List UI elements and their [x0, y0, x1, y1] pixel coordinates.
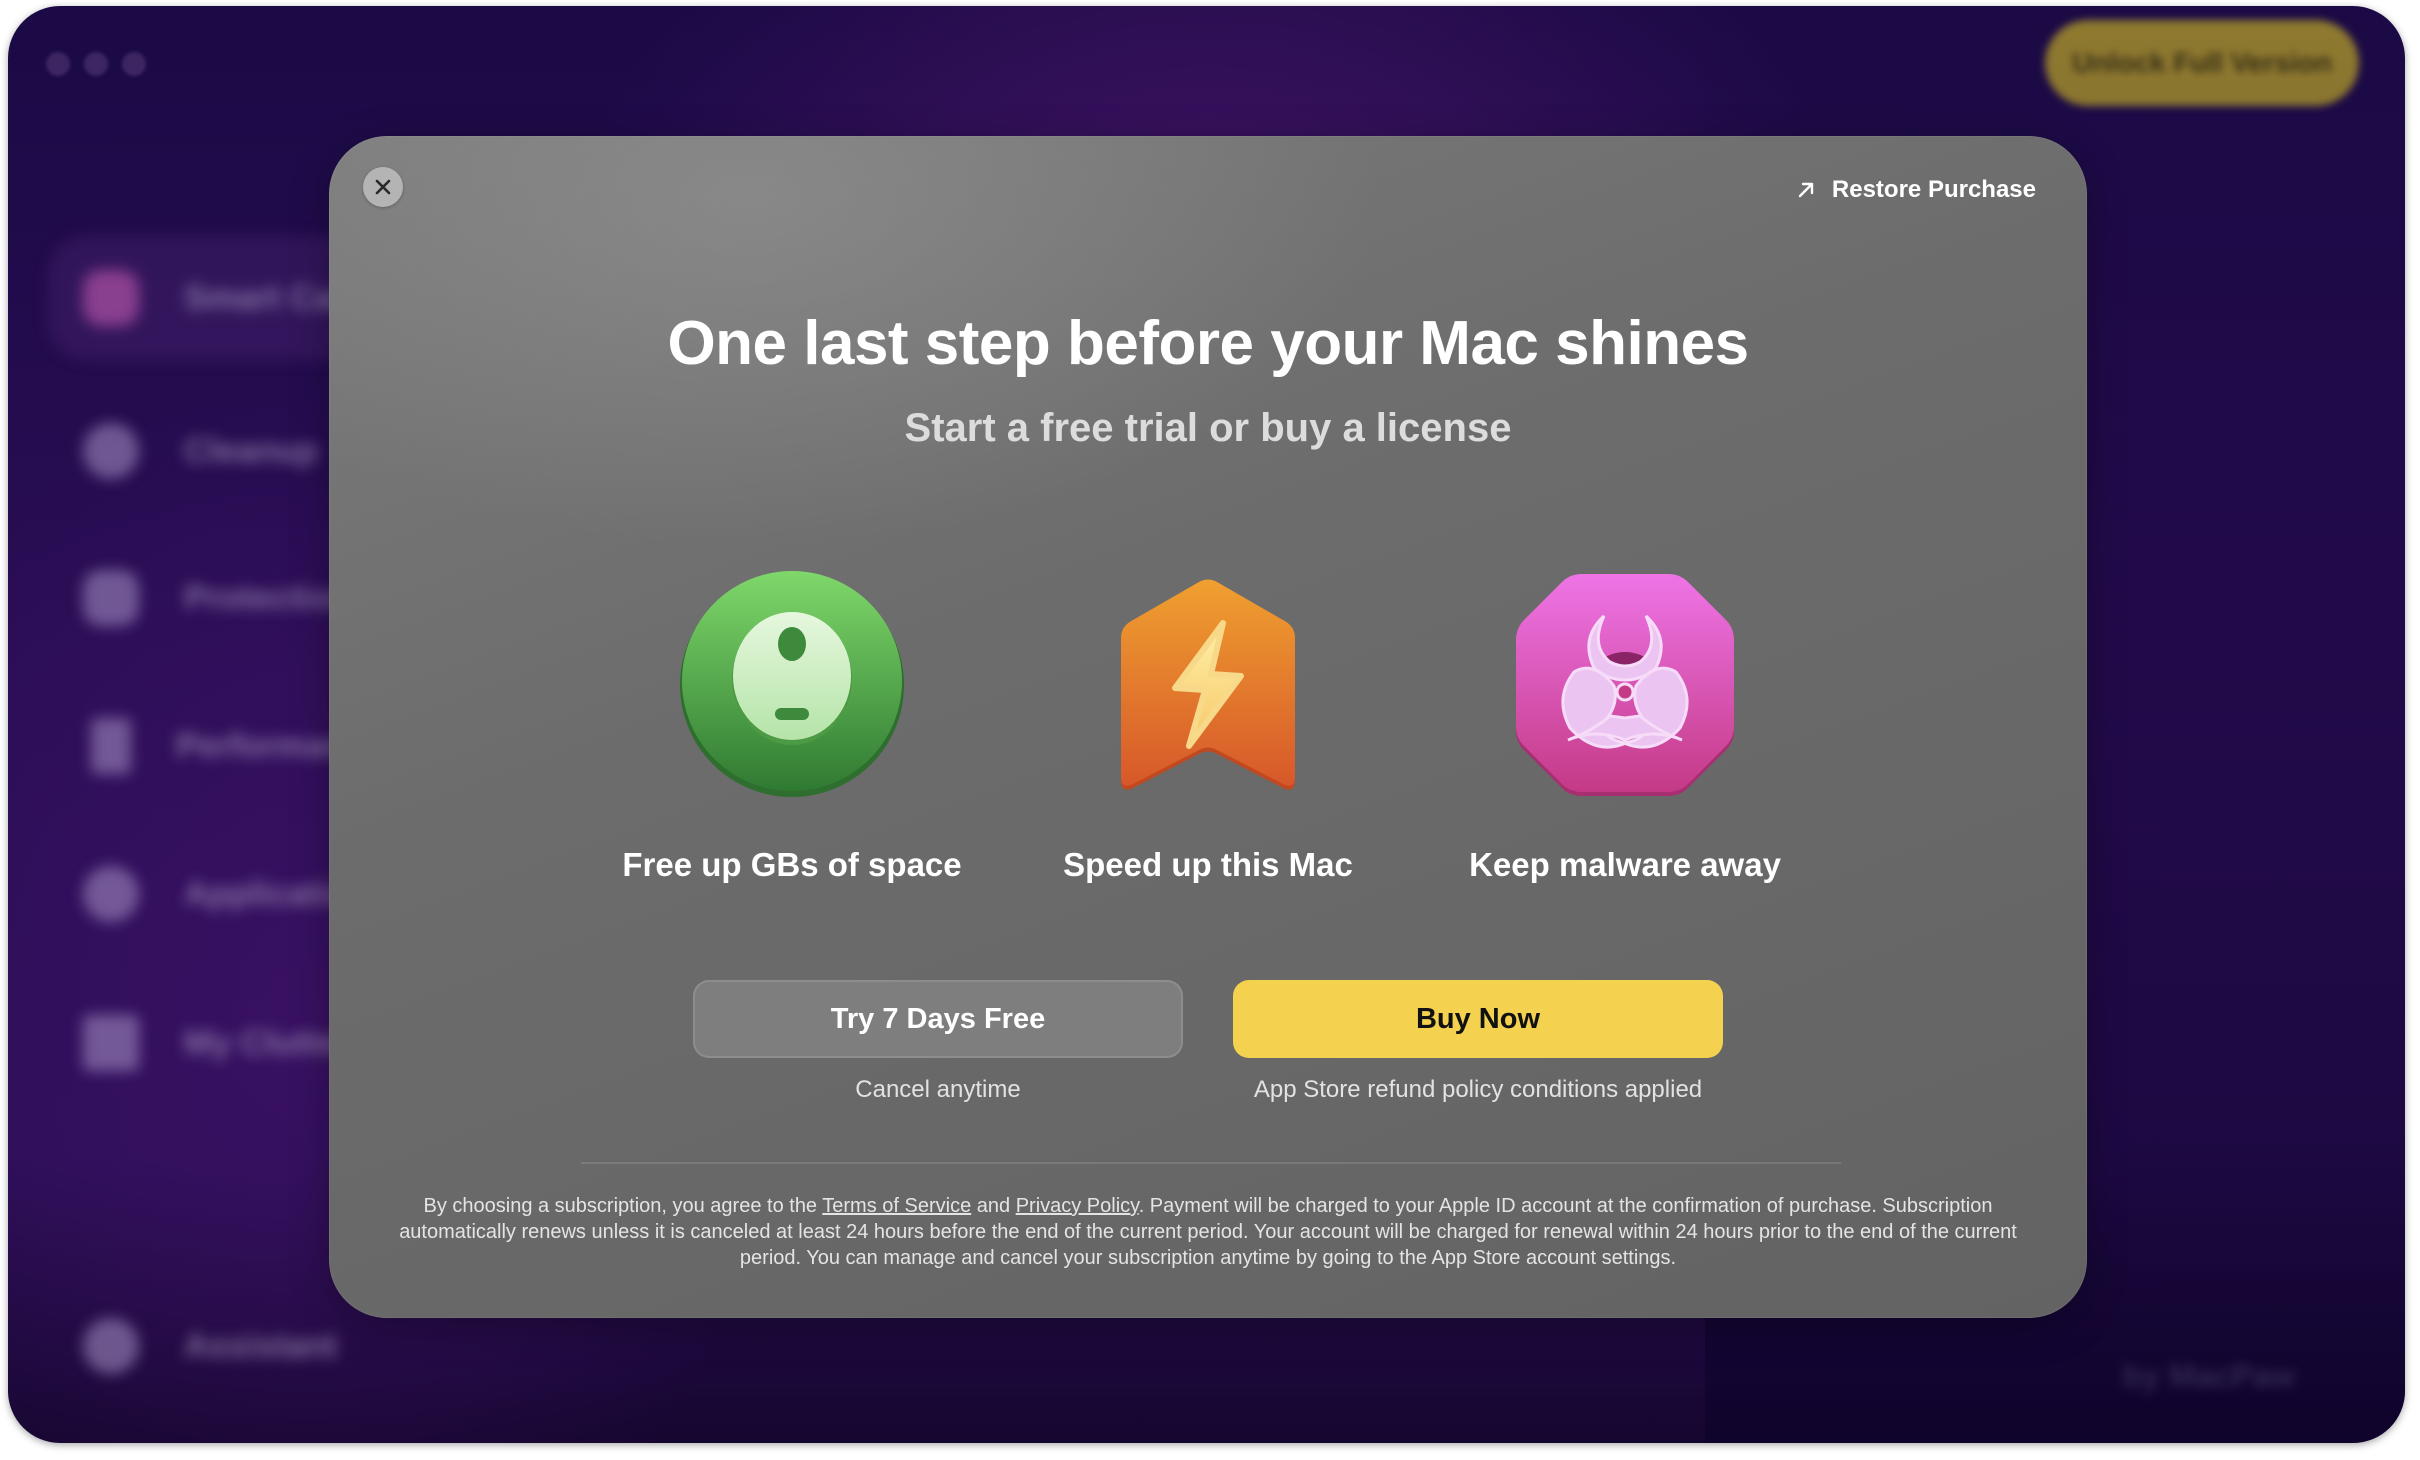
- close-button[interactable]: [363, 167, 403, 207]
- restore-purchase-label: Restore Purchase: [1831, 176, 2036, 203]
- feature-speed-up: Speed up this Mac: [1008, 568, 1408, 884]
- buy-subtext: App Store refund policy conditions appli…: [1253, 1076, 1703, 1103]
- buy-now-button[interactable]: Buy Now: [1233, 980, 1723, 1058]
- sidebar-item-label: Protection: [184, 578, 353, 617]
- legal-prefix: By choosing a subscription, you agree to…: [423, 1195, 823, 1217]
- privacy-policy-link[interactable]: Privacy Policy: [1016, 1195, 1139, 1217]
- applications-icon: [83, 866, 139, 922]
- feature-label: Keep malware away: [1469, 846, 1781, 883]
- protection-icon: [83, 570, 139, 626]
- lightning-icon: [1093, 568, 1323, 798]
- feature-label: Free up GBs of space: [622, 846, 962, 883]
- assistant-icon: [83, 1318, 139, 1374]
- dialog-title: One last step before your Mac shines: [667, 309, 1749, 378]
- sidebar-item-label: Assistant: [184, 1326, 338, 1365]
- sidebar-item-label: Cleanup: [184, 431, 319, 470]
- feature-malware: Keep malware away: [1425, 568, 1825, 884]
- my-clutter-icon: [83, 1015, 139, 1071]
- try-free-button[interactable]: Try 7 Days Free: [693, 980, 1183, 1058]
- sidebar-item-label: My Clutter: [184, 1023, 351, 1062]
- restore-purchase-link[interactable]: Restore Purchase: [1796, 172, 2036, 208]
- try-subtext: Cancel anytime: [855, 1076, 1021, 1103]
- feature-free-space: Free up GBs of space: [592, 568, 992, 884]
- divider: [581, 1162, 1841, 1164]
- legal-text: By choosing a subscription, you agree to…: [369, 1193, 2047, 1271]
- brand-label: by MacPaw: [2122, 1358, 2295, 1394]
- cleanup-disk-icon: [677, 568, 907, 798]
- unlock-full-version-button[interactable]: Unlock Full Version: [2045, 20, 2359, 106]
- terms-of-service-link[interactable]: Terms of Service: [822, 1195, 971, 1217]
- close-icon: [375, 179, 391, 195]
- feature-label: Speed up this Mac: [1063, 846, 1353, 883]
- arrow-up-right-icon: [1798, 182, 1814, 198]
- performance-icon: [91, 718, 131, 774]
- cleanup-icon: [83, 423, 139, 479]
- dialog-subtitle: Start a free trial or buy a license: [904, 406, 1512, 450]
- legal-and: and: [971, 1195, 1016, 1217]
- smart-care-icon: [83, 270, 139, 326]
- purchase-dialog: Restore Purchase One last step before yo…: [329, 136, 2087, 1318]
- biohazard-icon: [1510, 568, 1740, 798]
